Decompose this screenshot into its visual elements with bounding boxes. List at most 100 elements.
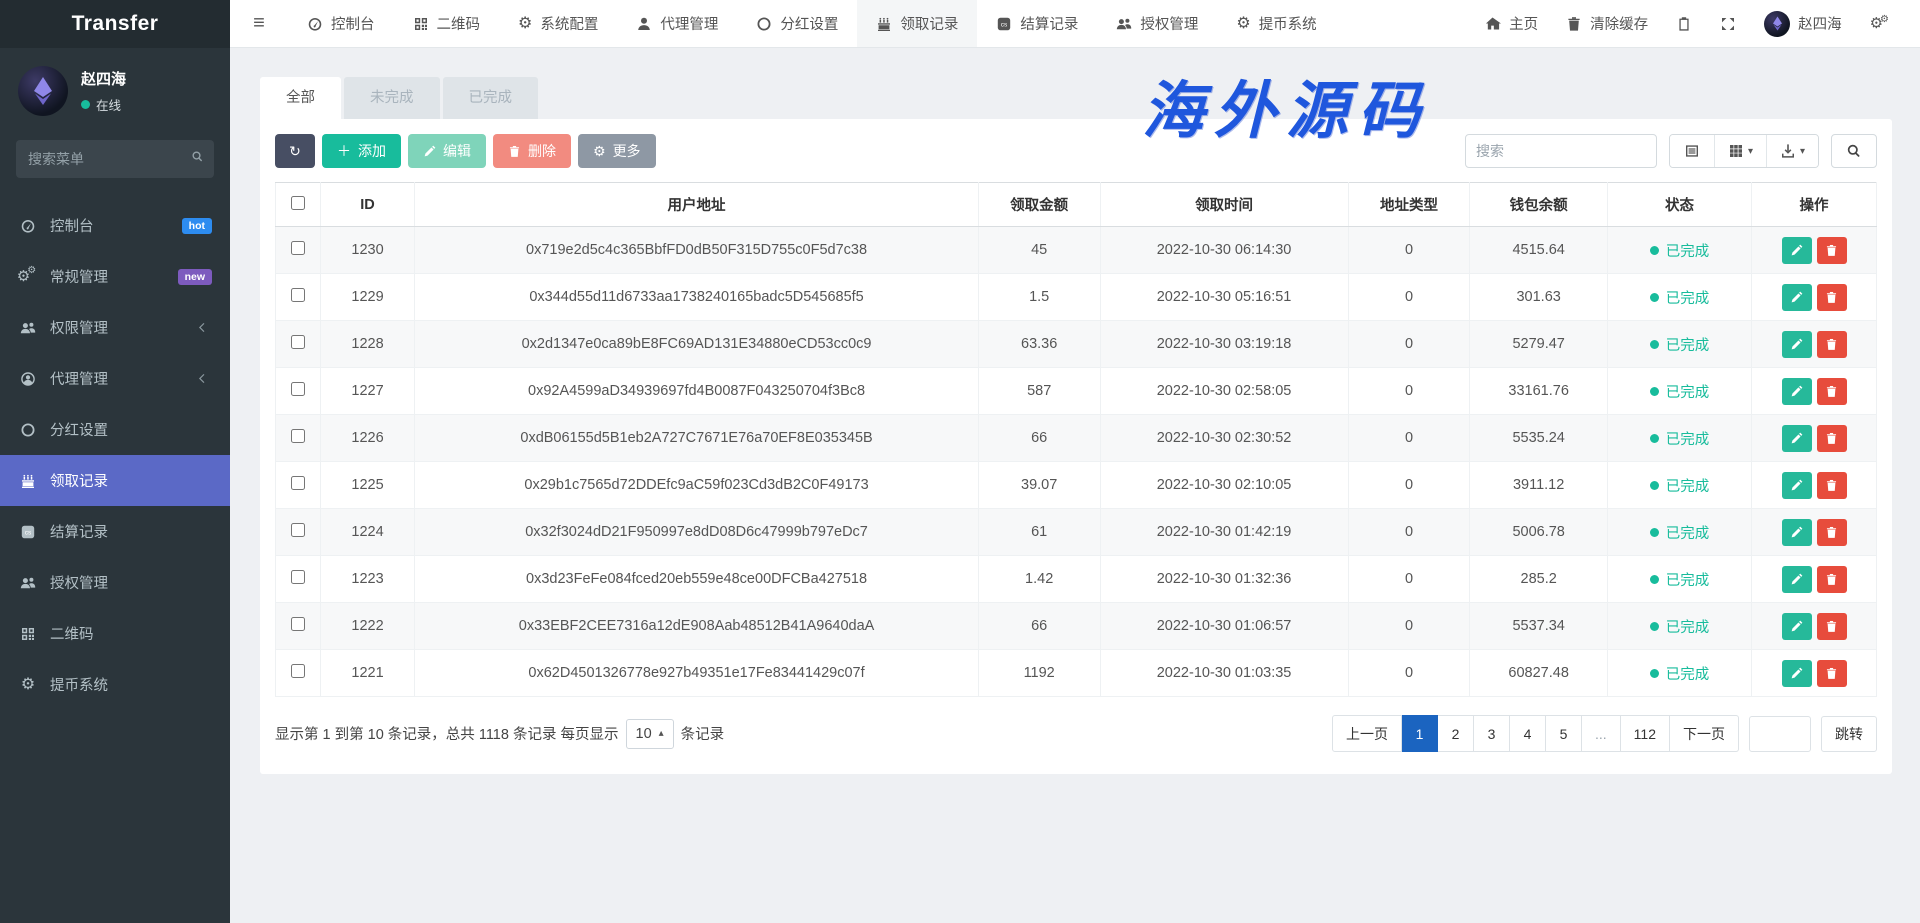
- row-checkbox[interactable]: [291, 523, 305, 537]
- table-body: 12300x719e2d5c4c365BbfFD0dB50F315D755c0F…: [276, 227, 1877, 697]
- top-nav-item-4[interactable]: 代理管理: [617, 0, 737, 47]
- columns-button[interactable]: ▾: [1714, 135, 1766, 167]
- delete-row-button[interactable]: [1817, 660, 1847, 687]
- delete-row-button[interactable]: [1817, 519, 1847, 546]
- fullscreen-button[interactable]: [1706, 0, 1750, 47]
- user-menu[interactable]: 赵四海: [1750, 0, 1856, 47]
- page-button-5[interactable]: 5: [1546, 715, 1582, 752]
- delete-row-button[interactable]: [1817, 613, 1847, 640]
- top-nav-item-3[interactable]: ⚙系统配置: [499, 0, 617, 47]
- top-nav-item-9[interactable]: ⚙提币系统: [1217, 0, 1335, 47]
- edit-row-button[interactable]: [1782, 519, 1812, 546]
- edit-row-button[interactable]: [1782, 425, 1812, 452]
- sidebar-item-8[interactable]: 授权管理: [0, 557, 230, 608]
- row-checkbox[interactable]: [291, 476, 305, 490]
- more-button[interactable]: ⚙更多: [578, 134, 656, 168]
- page-button-112[interactable]: 112: [1621, 715, 1670, 752]
- delete-row-button[interactable]: [1817, 237, 1847, 264]
- cell-id: 1222: [320, 603, 414, 650]
- tab-2[interactable]: 未完成: [344, 77, 440, 119]
- edit-row-button[interactable]: [1782, 378, 1812, 405]
- edit-row-button[interactable]: [1782, 331, 1812, 358]
- delete-row-button[interactable]: [1817, 566, 1847, 593]
- status-dot-icon: [1650, 246, 1659, 255]
- table-row: 12300x719e2d5c4c365BbfFD0dB50F315D755c0F…: [276, 227, 1877, 274]
- records-card: ↻ ＋添加 编辑 删除 ⚙更多 ▾ ▾ ID用户地址领取金额领取时间地址类型钱包…: [260, 119, 1892, 774]
- cell-id: 1225: [320, 462, 414, 509]
- page-button-4[interactable]: 4: [1510, 715, 1546, 752]
- top-nav-item-2[interactable]: 二维码: [394, 0, 500, 47]
- top-nav-item-1[interactable]: 控制台: [288, 0, 394, 47]
- status-cell: 已完成: [1607, 415, 1751, 462]
- row-select-cell: [276, 603, 321, 650]
- delete-row-button[interactable]: [1817, 284, 1847, 311]
- sidebar-item-5[interactable]: 分红设置: [0, 404, 230, 455]
- edit-row-button[interactable]: [1782, 237, 1812, 264]
- export-button[interactable]: ▾: [1766, 135, 1818, 167]
- refresh-button[interactable]: ↻: [275, 134, 315, 168]
- settings-menu[interactable]: ⚙⚙: [1856, 0, 1906, 47]
- prev-page-button[interactable]: 上一页: [1332, 715, 1402, 752]
- edit-row-button[interactable]: [1782, 660, 1812, 687]
- sidebar-item-1[interactable]: 控制台hot: [0, 200, 230, 251]
- sidebar-item-7[interactable]: 结算记录: [0, 506, 230, 557]
- cell-balance: 3911.12: [1470, 462, 1608, 509]
- clear-cache-link[interactable]: 清除缓存: [1552, 0, 1662, 47]
- row-checkbox[interactable]: [291, 617, 305, 631]
- page-button-2[interactable]: 2: [1438, 715, 1474, 752]
- menu-toggle-icon[interactable]: ≡: [230, 0, 288, 47]
- top-nav-item-5[interactable]: 分红设置: [737, 0, 857, 47]
- column-header: ID: [320, 183, 414, 227]
- search-submit-button[interactable]: [1831, 134, 1877, 168]
- column-header: 地址类型: [1348, 183, 1470, 227]
- jump-page-input[interactable]: [1749, 716, 1811, 752]
- cell-id: 1229: [320, 274, 414, 321]
- status-tabs: 全部未完成已完成: [260, 77, 1892, 119]
- next-page-button[interactable]: 下一页: [1670, 715, 1739, 752]
- table-search-input[interactable]: [1465, 134, 1657, 168]
- tab-3[interactable]: 已完成: [443, 77, 539, 119]
- row-checkbox[interactable]: [291, 664, 305, 678]
- sidebar-item-label: 代理管理: [50, 368, 108, 389]
- sidebar-item-9[interactable]: 二维码: [0, 608, 230, 659]
- row-checkbox[interactable]: [291, 429, 305, 443]
- page-button-1[interactable]: 1: [1402, 715, 1438, 752]
- edit-row-button[interactable]: [1782, 566, 1812, 593]
- edit-button[interactable]: 编辑: [408, 134, 486, 168]
- delete-row-button[interactable]: [1817, 425, 1847, 452]
- delete-row-button[interactable]: [1817, 331, 1847, 358]
- edit-row-button[interactable]: [1782, 284, 1812, 311]
- row-checkbox[interactable]: [291, 570, 305, 584]
- trash-icon: [1825, 244, 1838, 257]
- top-nav-item-8[interactable]: 授权管理: [1097, 0, 1217, 47]
- select-all-checkbox[interactable]: [291, 196, 305, 210]
- sidebar-item-6[interactable]: 领取记录: [0, 455, 230, 506]
- page-button-3[interactable]: 3: [1474, 715, 1510, 752]
- cell-id: 1221: [320, 650, 414, 697]
- tab-1[interactable]: 全部: [260, 77, 341, 119]
- top-nav-item-7[interactable]: 结算记录: [977, 0, 1097, 47]
- top-nav-item-6[interactable]: 领取记录: [857, 0, 977, 47]
- row-checkbox[interactable]: [291, 335, 305, 349]
- sidebar-item-3[interactable]: 权限管理: [0, 302, 230, 353]
- home-link[interactable]: 主页: [1471, 0, 1552, 47]
- jump-button[interactable]: 跳转: [1821, 716, 1877, 752]
- edit-row-button[interactable]: [1782, 472, 1812, 499]
- actions-cell: [1752, 462, 1877, 509]
- delete-row-button[interactable]: [1817, 378, 1847, 405]
- delete-button[interactable]: 删除: [493, 134, 571, 168]
- docs-button[interactable]: [1662, 0, 1706, 47]
- delete-row-button[interactable]: [1817, 472, 1847, 499]
- row-checkbox[interactable]: [291, 288, 305, 302]
- page-size-select[interactable]: 10 ▴: [626, 719, 674, 749]
- row-checkbox[interactable]: [291, 382, 305, 396]
- gauge-icon: [18, 218, 38, 234]
- sidebar-menu-search-input[interactable]: [16, 140, 214, 178]
- sidebar-item-4[interactable]: 代理管理: [0, 353, 230, 404]
- sidebar-item-2[interactable]: ⚙⚙常规管理new: [0, 251, 230, 302]
- detail-view-button[interactable]: [1670, 135, 1714, 167]
- sidebar-item-10[interactable]: ⚙提币系统: [0, 659, 230, 710]
- row-checkbox[interactable]: [291, 241, 305, 255]
- add-button[interactable]: ＋添加: [322, 134, 401, 168]
- edit-row-button[interactable]: [1782, 613, 1812, 640]
